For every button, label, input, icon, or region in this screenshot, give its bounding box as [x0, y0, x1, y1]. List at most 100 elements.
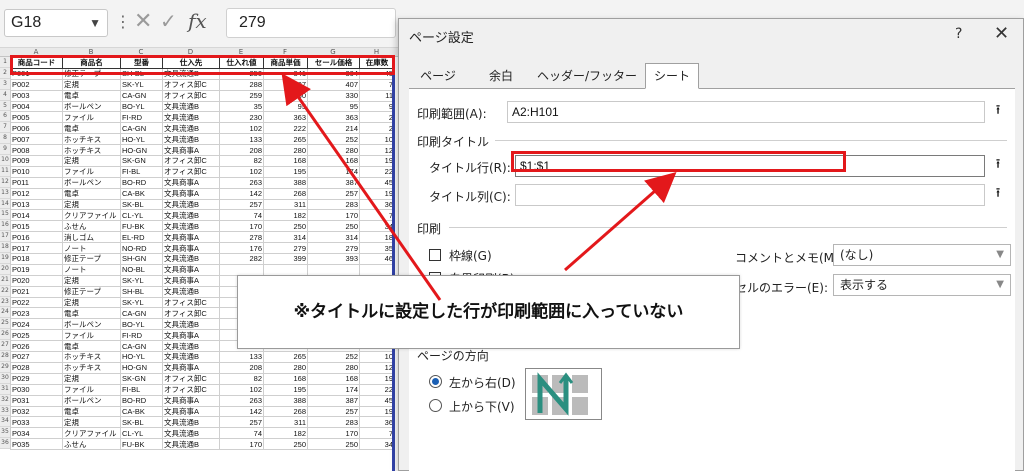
- row-header[interactable]: 18: [0, 242, 10, 254]
- table-cell[interactable]: ボールペン: [62, 394, 121, 407]
- table-cell[interactable]: ふせん: [62, 438, 121, 451]
- table-cell[interactable]: CA-BK: [120, 187, 163, 200]
- table-cell[interactable]: [359, 263, 395, 276]
- table-cell[interactable]: P005: [10, 111, 63, 124]
- table-cell[interactable]: 12: [359, 144, 395, 157]
- table-cell[interactable]: 278: [219, 231, 264, 244]
- close-icon[interactable]: ✕: [994, 23, 1009, 44]
- table-cell[interactable]: 定規: [62, 274, 121, 287]
- table-cell[interactable]: 279: [263, 242, 308, 255]
- table-cell[interactable]: 252: [307, 133, 360, 146]
- table-cell[interactable]: 電卓: [62, 307, 121, 320]
- table-cell[interactable]: P002: [10, 78, 63, 91]
- table-cell[interactable]: 214: [307, 122, 360, 135]
- table-cell[interactable]: オフィス卸C: [162, 372, 220, 385]
- table-cell[interactable]: ボールペン: [62, 100, 121, 113]
- table-cell[interactable]: 修正テープ: [62, 253, 121, 265]
- table-cell[interactable]: 文具流通B: [162, 220, 220, 233]
- table-cell[interactable]: SK-BL: [120, 198, 163, 211]
- table-cell[interactable]: BO-YL: [120, 318, 163, 331]
- table-cell[interactable]: 文具流通B: [162, 198, 220, 211]
- table-cell[interactable]: 280: [263, 361, 308, 374]
- table-cell[interactable]: CL-YL: [120, 427, 163, 440]
- collapse-dialog-icon[interactable]: ⭱: [987, 184, 1009, 206]
- table-cell[interactable]: 電卓: [62, 187, 121, 200]
- table-cell[interactable]: P015: [10, 220, 63, 233]
- row-header[interactable]: 28: [0, 351, 10, 362]
- table-cell[interactable]: 168: [263, 372, 308, 385]
- table-cell[interactable]: 11: [359, 89, 395, 102]
- table-cell[interactable]: 279: [307, 242, 360, 255]
- table-cell[interactable]: 283: [307, 198, 360, 211]
- table-cell[interactable]: 36: [359, 416, 395, 429]
- table-cell[interactable]: 文具流通B: [162, 438, 220, 451]
- table-cell[interactable]: クリアファイル: [62, 209, 121, 222]
- table-cell[interactable]: P004: [10, 100, 63, 113]
- table-cell[interactable]: 10: [359, 133, 395, 146]
- table-cell[interactable]: 363: [307, 111, 360, 124]
- cancel-icon[interactable]: ✕: [134, 9, 152, 34]
- table-cell[interactable]: 250: [307, 438, 360, 451]
- table-cell[interactable]: CA-GN: [120, 340, 163, 353]
- table-cell[interactable]: 消しゴム: [62, 231, 121, 244]
- table-cell[interactable]: 82: [219, 155, 264, 167]
- data-grid[interactable]: 商品コード 商品名 型番 仕入先 仕入れ値 商品単価 セール価格 在庫数 P001 修正テープ SH…: [10, 57, 395, 451]
- table-cell[interactable]: P023: [10, 307, 63, 320]
- table-cell[interactable]: CL-YL: [120, 209, 163, 222]
- row-header[interactable]: 26: [0, 329, 10, 341]
- row-header[interactable]: 12: [0, 176, 10, 188]
- table-cell[interactable]: HO-GN: [120, 361, 163, 374]
- table-cell[interactable]: P032: [10, 405, 63, 418]
- table-cell[interactable]: 文具商事A: [162, 405, 220, 418]
- table-cell[interactable]: P011: [10, 176, 63, 189]
- row-header[interactable]: 9: [0, 144, 10, 156]
- table-cell[interactable]: 387: [307, 176, 360, 189]
- row-header[interactable]: 27: [0, 340, 10, 352]
- row-header[interactable]: 13: [0, 187, 10, 199]
- table-cell[interactable]: 2: [359, 122, 395, 135]
- table-cell[interactable]: 311: [263, 198, 308, 211]
- table-cell[interactable]: HO-YL: [120, 133, 163, 146]
- table-cell[interactable]: 393: [307, 253, 360, 265]
- table-cell[interactable]: 18: [359, 231, 395, 244]
- table-cell[interactable]: 263: [219, 176, 264, 189]
- table-cell[interactable]: 文具商事A: [162, 187, 220, 200]
- table-cell[interactable]: 文具商事A: [162, 394, 220, 407]
- table-cell[interactable]: 22: [359, 383, 395, 396]
- table-cell[interactable]: 定規: [62, 416, 121, 429]
- check-icon[interactable]: ✓: [160, 9, 177, 33]
- table-cell[interactable]: P021: [10, 285, 63, 298]
- table-cell[interactable]: 257: [219, 416, 264, 429]
- table-cell[interactable]: 142: [219, 187, 264, 200]
- row-header[interactable]: 14: [0, 198, 10, 210]
- chevron-down-icon[interactable]: ▼: [89, 10, 101, 36]
- table-cell[interactable]: 170: [307, 209, 360, 222]
- table-cell[interactable]: 7: [359, 209, 395, 222]
- table-cell[interactable]: P012: [10, 187, 63, 200]
- table-cell[interactable]: 387: [307, 394, 360, 407]
- cell-errors-select[interactable]: 表示する ▼: [833, 274, 1011, 296]
- table-cell[interactable]: 263: [219, 394, 264, 407]
- table-cell[interactable]: 142: [219, 405, 264, 418]
- table-cell[interactable]: P029: [10, 372, 63, 385]
- table-cell[interactable]: BO-YL: [120, 100, 163, 113]
- table-cell[interactable]: 修正テープ: [62, 285, 121, 298]
- table-cell[interactable]: SK-YL: [120, 274, 163, 287]
- row-header[interactable]: 6: [0, 111, 10, 123]
- table-cell[interactable]: 文具商事A: [162, 361, 220, 374]
- table-cell[interactable]: FI-RD: [120, 329, 163, 342]
- row-header[interactable]: 24: [0, 307, 10, 319]
- table-cell[interactable]: ふせん: [62, 220, 121, 233]
- table-cell[interactable]: 19: [359, 372, 395, 385]
- row-header[interactable]: 21: [0, 274, 10, 286]
- table-cell[interactable]: 283: [307, 416, 360, 429]
- table-cell[interactable]: 文具流通B: [162, 416, 220, 429]
- row-header[interactable]: 34: [0, 416, 10, 428]
- name-box[interactable]: G18 ▼: [4, 9, 108, 37]
- table-cell[interactable]: 388: [263, 176, 308, 189]
- table-cell[interactable]: HO-GN: [120, 144, 163, 157]
- table-cell[interactable]: 74: [219, 427, 264, 440]
- table-cell[interactable]: 268: [263, 187, 308, 200]
- table-cell[interactable]: CA-GN: [120, 89, 163, 102]
- table-cell[interactable]: ノート: [62, 242, 121, 255]
